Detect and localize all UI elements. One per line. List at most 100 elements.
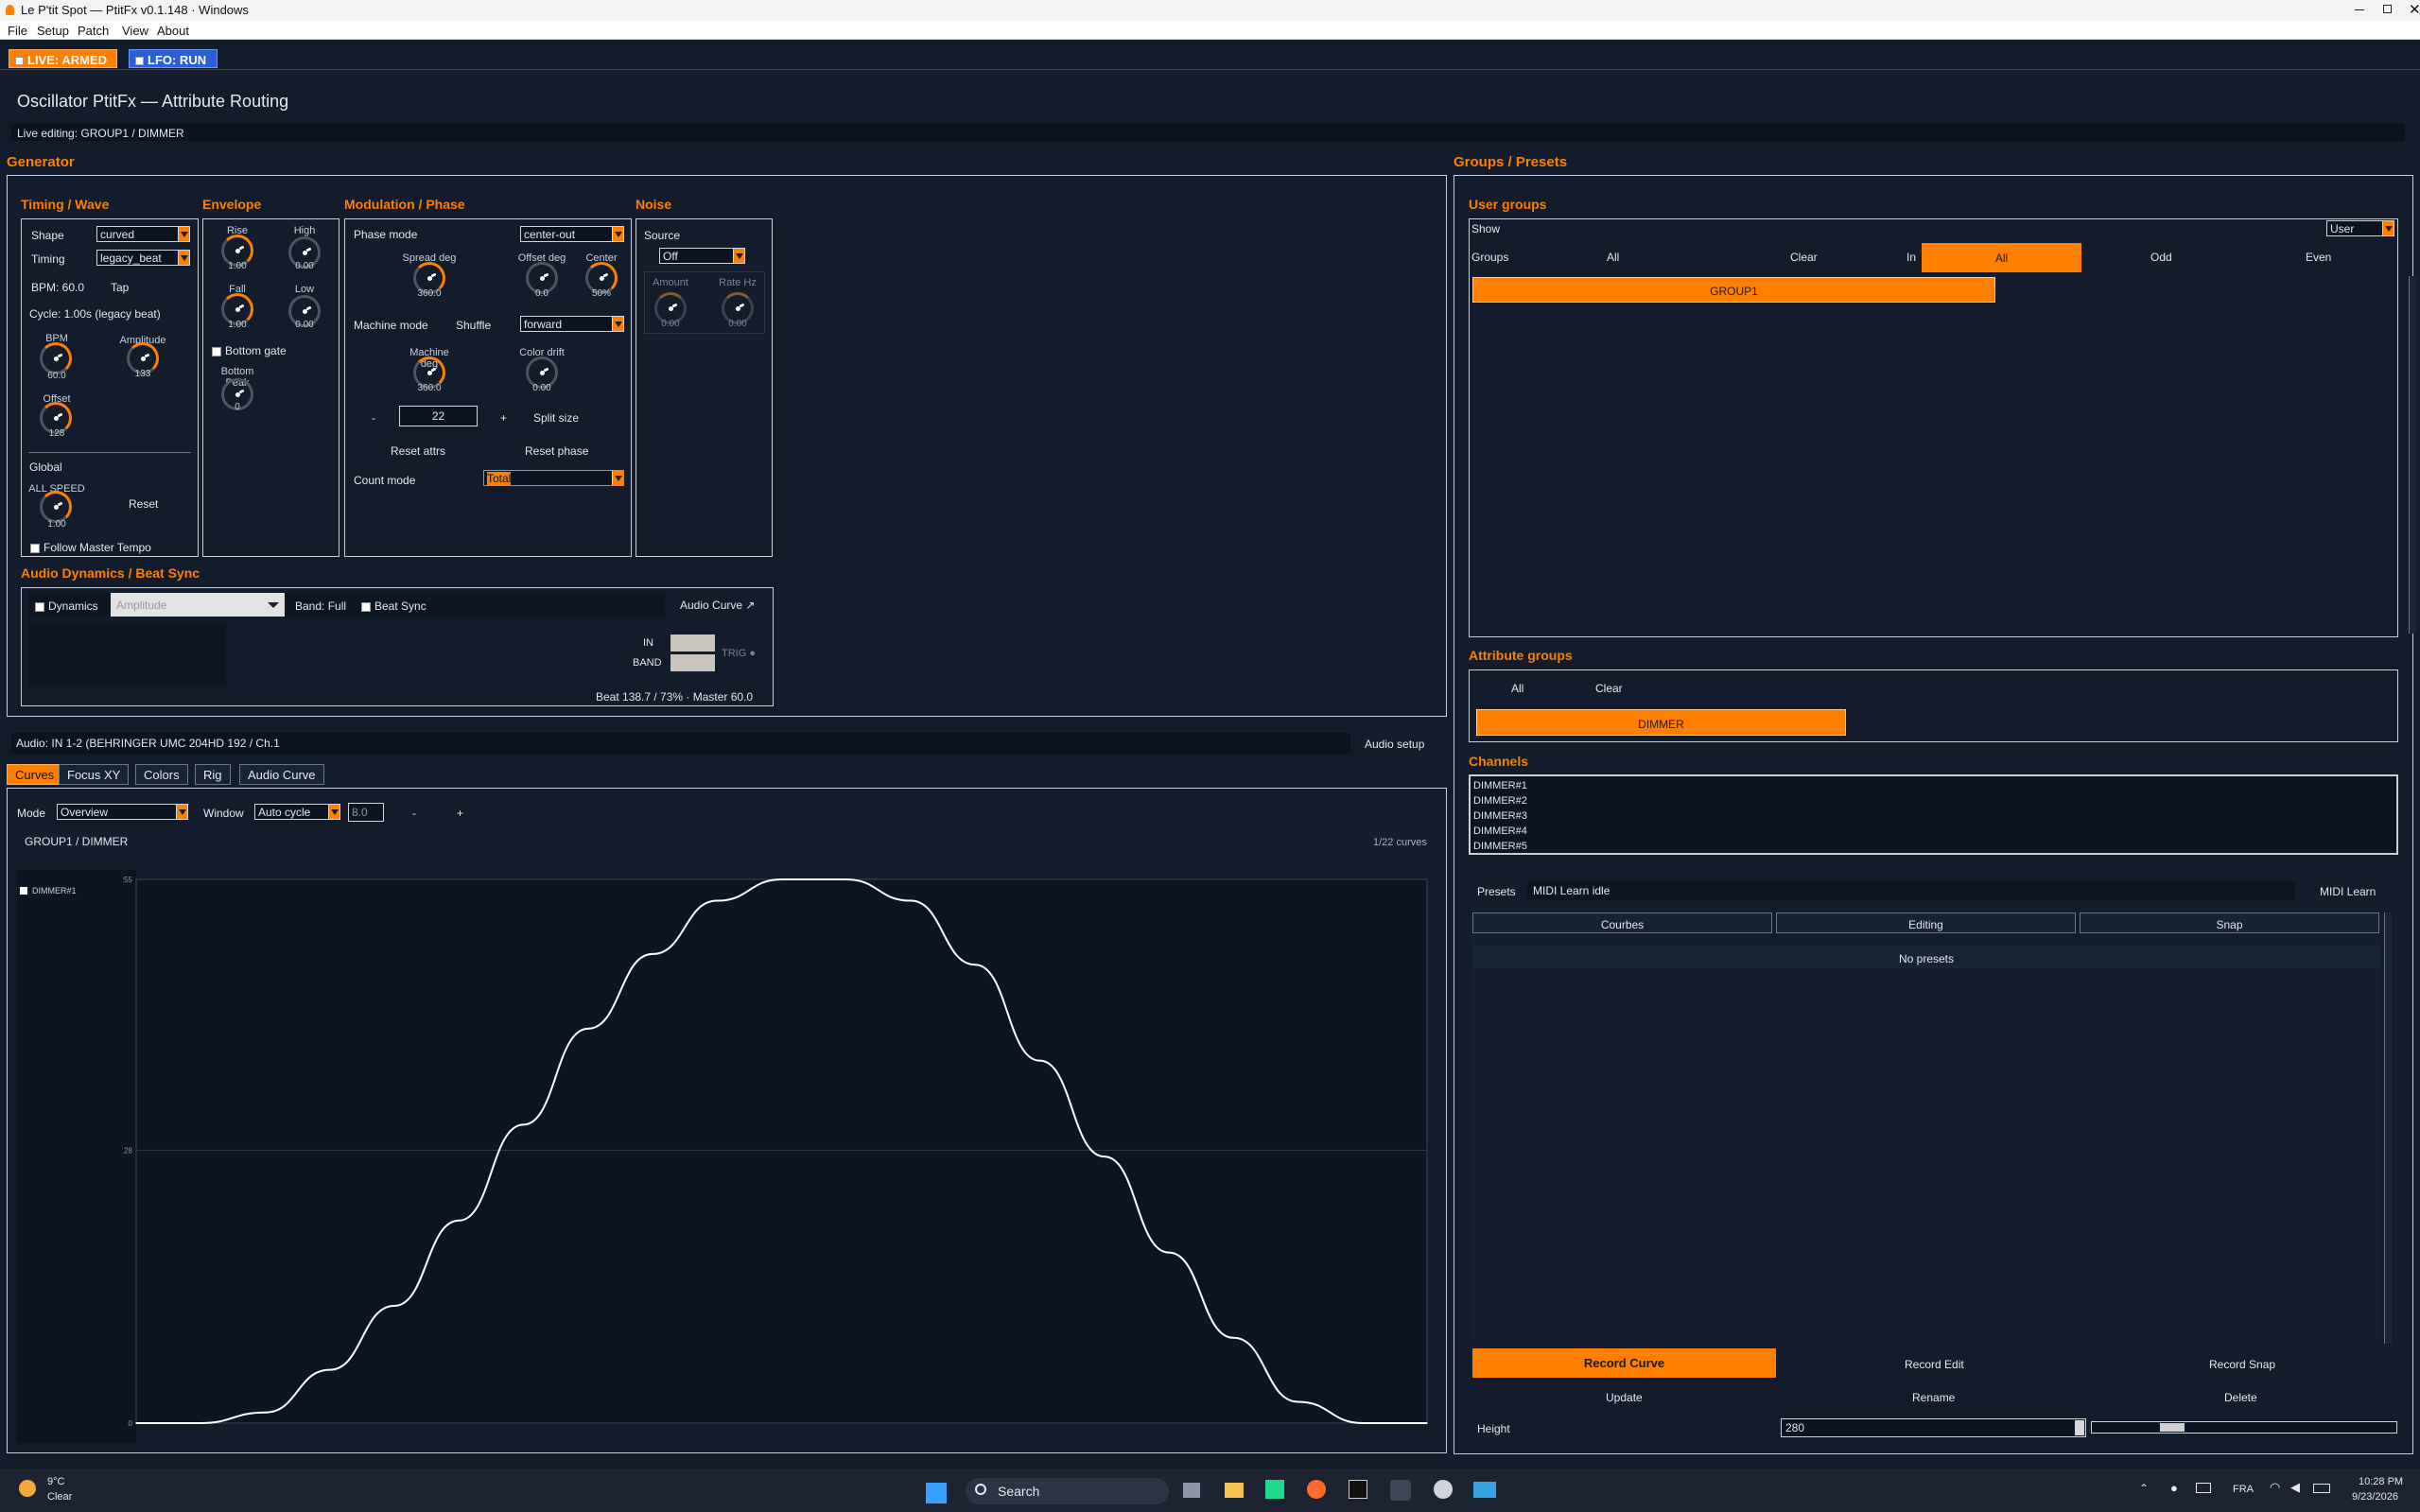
source-select[interactable]: Off xyxy=(659,248,745,264)
window-select[interactable]: Auto cycle xyxy=(254,804,340,820)
keyboard-icon[interactable] xyxy=(2196,1483,2211,1493)
midi-learn-button[interactable]: MIDI Learn xyxy=(2320,885,2376,898)
app-icon-active[interactable] xyxy=(1390,1480,1411,1501)
allspeed-knob[interactable] xyxy=(40,491,72,523)
volume-icon[interactable]: ◀ xyxy=(2290,1480,2300,1495)
channel-item[interactable]: DIMMER#3 xyxy=(1473,808,2394,824)
split-minus-button[interactable]: - xyxy=(372,411,375,425)
firefox-icon[interactable] xyxy=(1307,1480,1326,1499)
menu-file[interactable]: File xyxy=(8,24,27,38)
windows-start-icon[interactable] xyxy=(926,1483,947,1503)
groups-scrollbar[interactable] xyxy=(2409,276,2416,634)
battery-icon[interactable] xyxy=(2313,1484,2330,1493)
mode-select[interactable]: Overview xyxy=(57,804,188,820)
odd-button[interactable]: Odd xyxy=(2150,251,2172,264)
slider-handle[interactable] xyxy=(2160,1423,2185,1432)
tap-button[interactable]: Tap xyxy=(111,281,129,294)
attr-clear-button[interactable]: Clear xyxy=(1595,682,1623,695)
dynamics-checkbox[interactable]: Dynamics xyxy=(35,600,98,613)
bottom-gate-checkbox[interactable]: Bottom gate xyxy=(212,344,287,357)
weather-icon[interactable] xyxy=(19,1480,36,1497)
tab-curves[interactable]: Curves xyxy=(7,764,63,785)
record-snap-button[interactable]: Record Snap xyxy=(2209,1358,2275,1371)
shuffle-select[interactable]: forward xyxy=(520,316,624,332)
spread-knob-value: 360.0 xyxy=(417,288,442,299)
even-button[interactable]: Even xyxy=(2306,251,2331,264)
dimmer-attr-item[interactable]: DIMMER xyxy=(1476,709,1846,736)
col-courbes[interactable]: Courbes xyxy=(1472,912,1772,933)
ide-icon[interactable] xyxy=(1265,1480,1284,1499)
language-indicator[interactable]: FRA xyxy=(2233,1484,2254,1495)
bpm-knob[interactable] xyxy=(40,342,72,374)
shape-select[interactable]: curved xyxy=(96,226,190,242)
taskbar-search[interactable]: Search xyxy=(966,1478,1169,1504)
window-length-input[interactable]: 8.0 xyxy=(348,803,384,822)
follow-master-tempo-checkbox[interactable]: Follow Master Tempo xyxy=(30,541,151,554)
delete-button[interactable]: Delete xyxy=(2224,1391,2257,1404)
clock-date[interactable]: 9/23/2026 xyxy=(2352,1491,2398,1503)
chrome-icon[interactable] xyxy=(1434,1480,1453,1499)
maximize-icon[interactable] xyxy=(2383,5,2392,13)
menu-about[interactable]: About xyxy=(157,24,189,38)
channel-item[interactable]: DIMMER#5 xyxy=(1473,839,2394,854)
beat-sync-checkbox[interactable]: Beat Sync xyxy=(361,600,427,613)
timing-label: Timing xyxy=(31,252,65,266)
attr-all-button[interactable]: All xyxy=(1511,682,1523,695)
close-icon[interactable]: ✕ xyxy=(2409,1,2420,18)
count-mode-select[interactable]: Total xyxy=(483,470,624,486)
file-explorer-icon[interactable] xyxy=(1225,1483,1244,1498)
presets-scrollbar[interactable] xyxy=(2384,912,2392,1344)
record-edit-button[interactable]: Record Edit xyxy=(1905,1358,1964,1371)
minimize-icon[interactable] xyxy=(2355,9,2364,10)
timing-select[interactable]: legacy_beat xyxy=(96,250,190,266)
clock-time[interactable]: 10:28 PM xyxy=(2359,1476,2403,1487)
wifi-icon[interactable]: ◠ xyxy=(2270,1480,2280,1495)
legend-item-dimmer1[interactable]: DIMMER#1 xyxy=(20,886,77,895)
knob-pointer xyxy=(236,393,239,396)
reset-button[interactable]: Reset xyxy=(129,497,158,511)
microphone-icon[interactable]: ● xyxy=(2170,1481,2178,1495)
channel-item[interactable]: DIMMER#4 xyxy=(1473,824,2394,839)
channels-list[interactable]: DIMMER#1 DIMMER#2 DIMMER#3 DIMMER#4 DIMM… xyxy=(1469,774,2398,855)
groups-all-button[interactable]: All xyxy=(1607,251,1619,264)
menu-view[interactable]: View xyxy=(122,24,148,38)
audio-curve-button[interactable]: Audio Curve ↗ xyxy=(680,599,755,612)
show-select[interactable]: User xyxy=(2326,220,2394,236)
knob-pointer xyxy=(55,506,58,509)
update-button[interactable]: Update xyxy=(1606,1391,1643,1404)
audio-setup-button[interactable]: Audio setup xyxy=(1365,738,1424,751)
channel-item[interactable]: DIMMER#2 xyxy=(1473,793,2394,808)
tab-rig[interactable]: Rig xyxy=(195,764,231,785)
split-size-input[interactable]: 22 xyxy=(399,406,478,426)
reset-phase-button[interactable]: Reset phase xyxy=(525,444,588,458)
split-plus-button[interactable]: + xyxy=(500,411,507,425)
channel-item[interactable]: DIMMER#1 xyxy=(1473,778,2394,793)
in-all-button[interactable]: All xyxy=(1922,243,2081,272)
menu-setup[interactable]: Setup xyxy=(37,24,69,38)
col-editing[interactable]: Editing xyxy=(1776,912,2076,933)
window-minus-button[interactable]: - xyxy=(412,807,416,820)
group1-item[interactable]: GROUP1 xyxy=(1472,277,1995,303)
record-curve-button[interactable]: Record Curve xyxy=(1472,1348,1776,1378)
col-snap[interactable]: Snap xyxy=(2080,912,2379,933)
groups-clear-button[interactable]: Clear xyxy=(1790,251,1818,264)
tab-focus-xy[interactable]: Focus XY xyxy=(59,764,130,785)
window-plus-button[interactable]: + xyxy=(457,807,463,820)
menu-patch[interactable]: Patch xyxy=(78,24,109,38)
rename-button[interactable]: Rename xyxy=(1912,1391,1955,1404)
title-bar: Le P'tit Spot — PtitFx v0.1.148 · Window… xyxy=(0,0,2420,21)
amplitude-select[interactable]: Amplitude xyxy=(111,593,285,617)
phase-mode-select[interactable]: center-out xyxy=(520,226,624,242)
chevron-up-icon[interactable]: ⌃ xyxy=(2139,1482,2149,1495)
reset-attrs-button[interactable]: Reset attrs xyxy=(391,444,445,458)
terminal-icon[interactable] xyxy=(1349,1480,1367,1499)
tab-audio-curve[interactable]: Audio Curve xyxy=(239,764,324,785)
tab-colors[interactable]: Colors xyxy=(135,764,188,785)
checkbox-icon xyxy=(35,601,44,612)
height-spinbox[interactable]: 280 xyxy=(1781,1418,2086,1437)
lfo-run-badge[interactable]: LFO: RUN xyxy=(129,49,218,68)
live-armed-badge[interactable]: LIVE: ARMED xyxy=(9,49,117,68)
video-icon[interactable] xyxy=(1473,1482,1496,1498)
taskview-icon[interactable] xyxy=(1183,1483,1200,1498)
height-slider[interactable] xyxy=(2091,1421,2397,1434)
